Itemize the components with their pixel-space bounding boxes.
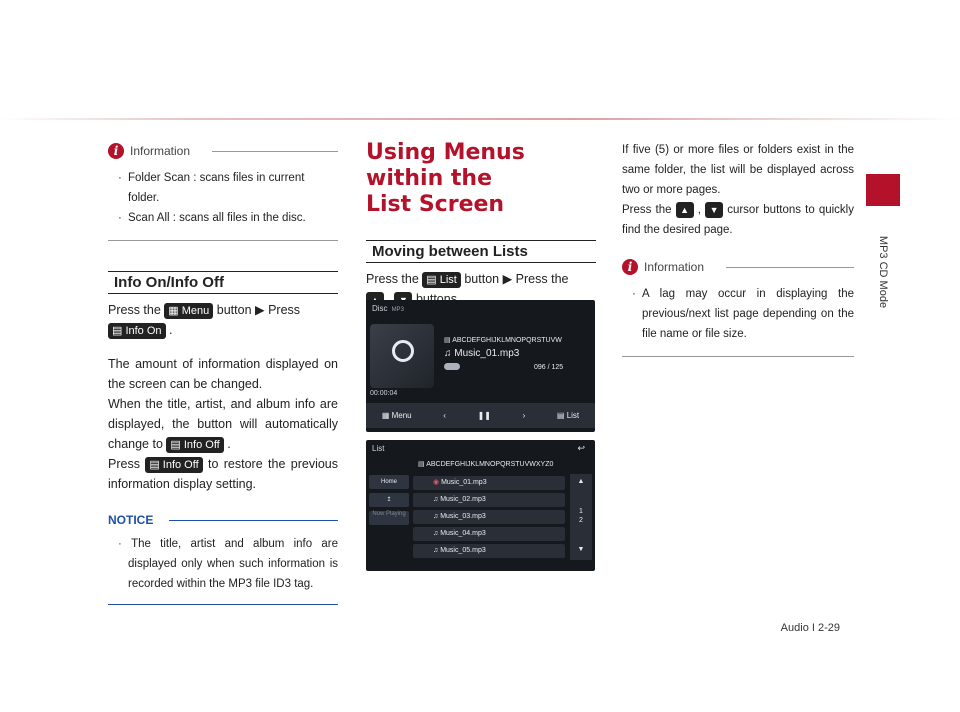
disc-icon [392,340,414,362]
column-left: i Information Folder Scan : scans files … [108,140,338,605]
notice-header: NOTICE [108,510,338,530]
paragraph: The amount of information displayed on t… [108,357,338,391]
info-bullet: Scan All : scans all files in the disc. [108,208,338,228]
divider [169,519,338,521]
paragraph: Press the ▲ , ▼ cursor buttons to quickl… [622,200,854,240]
instruction: Press the ▦ Menu button ▶ Press ▤ Info O… [108,302,301,339]
divider [622,356,854,357]
screen-title: List [372,444,385,453]
list-button[interactable]: ▤ List [557,411,579,420]
divider [108,240,338,241]
now-playing-button[interactable]: Now Playing [369,511,409,525]
divider [726,266,854,268]
list-screen: List ↩ ▤ ABCDEFGHIJKLMNOPQRSTUVWXYZ0 Hom… [366,440,595,571]
playback-screen: Disc MP3 ▤ ABCDEFGHIJKLMNOPQRSTUVW ♫ Musi… [366,300,595,432]
pause-icon[interactable]: ❚❚ [478,411,491,420]
control-bar: ▦ Menu ‹ ❚❚ › ▤ List [366,403,595,428]
paragraph: When the title, artist, and album info a… [108,397,338,453]
info-icon: i [108,143,124,159]
page-scroller: ▲ 1 2 ▼ [570,474,592,560]
information-header: i Information [622,256,854,278]
column-middle: Using Menus within the List Screen Movin… [366,140,596,309]
back-icon[interactable]: ↩ [577,443,585,454]
down-arrow-icon[interactable]: ▼ [570,546,592,553]
column-right: If five (5) or more files or folders exi… [622,140,854,357]
list-item[interactable]: ♫ Music_04.mp3 [413,527,565,541]
information-title: Information [130,144,191,158]
divider [108,604,338,605]
chapter-tab [866,174,900,206]
header-divider [0,118,960,120]
list-button-ref: ▤ List [422,271,461,288]
page-total: 2 [579,517,583,524]
list-item[interactable]: ♫ Music_02.mp3 [413,493,565,507]
song-name: ♫ Music_01.mp3 [444,348,520,359]
list-item[interactable]: ♫ Music_05.mp3 [413,544,565,558]
menu-button[interactable]: ▦ Menu [382,411,412,420]
down-arrow-icon: ▼ [705,201,724,218]
list-item[interactable]: ◉ Music_01.mp3 [413,476,565,490]
prev-icon[interactable]: ‹ [443,411,446,420]
elapsed-time: 00:00:04 [370,390,398,397]
info-icon: i [622,259,638,275]
page-footer: Audio I 2-29 [780,622,840,634]
home-button[interactable]: Home [369,475,409,489]
up-arrow-icon[interactable]: ▲ [570,478,592,485]
folder-up-button[interactable]: ↥ [369,493,409,507]
information-header: i Information [108,140,338,162]
list-item[interactable]: ♫ Music_03.mp3 [413,510,565,524]
folder-name: ▤ ABCDEFGHIJKLMNOPQRSTUVWXYZ0 [418,461,554,468]
info-off-button-ref: ▤ Info Off [145,456,203,473]
divider [212,150,338,152]
page-current: 1 [579,508,583,515]
repeat-icon [444,363,460,370]
info-bullet: Folder Scan : scans files in current fol… [108,168,338,208]
paragraph: Press ▤ Info Off to restore the previous… [108,456,338,491]
up-arrow-icon: ▲ [675,201,694,218]
chapter-label: MP3 CD Mode [877,235,889,309]
next-icon[interactable]: › [523,411,526,420]
track-counter: 096 / 125 [534,364,564,371]
menu-button-ref: ▦ Menu [164,302,214,319]
section-title: Info On/Info Off [108,271,338,294]
album-art [370,324,434,388]
info-off-button-ref: ▤ Info Off [166,436,224,453]
info-on-button-ref: ▤ Info On [108,322,166,339]
page-title: Using Menus within the List Screen [366,140,525,217]
folder-name: ▤ ABCDEFGHIJKLMNOPQRSTUVW [444,337,562,344]
screen-title: Disc MP3 [372,304,404,313]
info-bullet: A lag may occur in displaying the previo… [622,284,854,344]
notice-bullet: · The title, artist and album info are d… [118,538,339,590]
section-title: Moving between Lists [366,240,596,263]
paragraph: If five (5) or more files or folders exi… [622,144,854,196]
